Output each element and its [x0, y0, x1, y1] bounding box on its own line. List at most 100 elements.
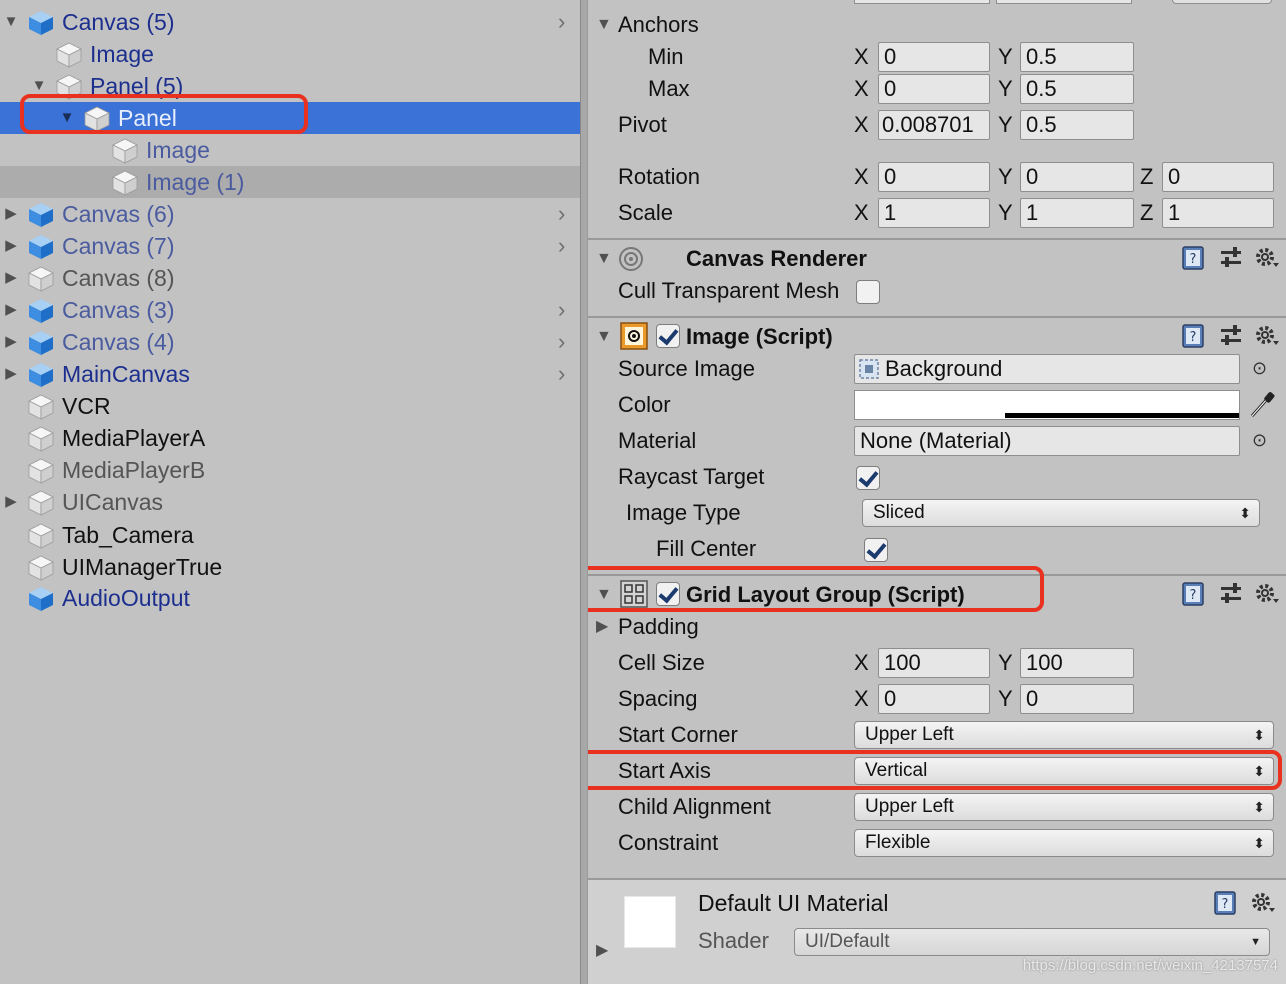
scale-x-field[interactable]: 1: [878, 198, 990, 228]
scale-z-field[interactable]: 1: [1162, 198, 1274, 228]
cell-size-x-field[interactable]: 100: [878, 648, 990, 678]
fold-arrow-icon[interactable]: [2, 6, 20, 38]
hierarchy-item-canvas-4[interactable]: Canvas (4) ›: [0, 326, 580, 358]
grid-layout-enabled-checkbox[interactable]: [656, 582, 680, 606]
scale-y-field[interactable]: 1: [1020, 198, 1134, 228]
raycast-target-checkbox[interactable]: [856, 466, 880, 490]
grid-layout-fold-icon[interactable]: ▼: [596, 580, 612, 610]
hierarchy-item-uicanvas[interactable]: UICanvas: [0, 486, 580, 518]
cell-size-y-field[interactable]: 100: [1020, 648, 1134, 678]
cube-icon: [28, 555, 54, 581]
anchors-fold-icon[interactable]: ▼: [596, 10, 612, 40]
hierarchy-item-tab-camera[interactable]: Tab_Camera: [0, 519, 580, 551]
cell-size-label: Cell Size: [618, 650, 705, 675]
gear-icon[interactable]: [1254, 323, 1280, 349]
anchor-max-y-field[interactable]: 0.5: [1020, 74, 1134, 104]
prefab-open-arrow-icon[interactable]: ›: [558, 230, 565, 262]
anchor-min-y-field[interactable]: 0.5: [1020, 42, 1134, 72]
anchor-max-x-field[interactable]: 0: [878, 74, 990, 104]
rotation-x-field[interactable]: 0: [878, 162, 990, 192]
anchor-min-x-field[interactable]: 0: [878, 42, 990, 72]
inspector-panel: ▼ Anchors Min X 0 Y 0.5 Max X 0 Y 0.5 Pi…: [588, 0, 1286, 984]
source-image-value: Background: [885, 356, 1003, 381]
prefab-open-arrow-icon[interactable]: ›: [558, 358, 565, 390]
material-preview-swatch: [624, 896, 676, 948]
svg-text:?: ?: [1190, 330, 1197, 345]
gear-icon[interactable]: [1250, 890, 1276, 916]
fill-center-checkbox[interactable]: [864, 538, 888, 562]
help-book-icon[interactable]: ?: [1180, 581, 1206, 607]
hierarchy-item-image-child[interactable]: Image: [0, 134, 580, 166]
fold-arrow-icon[interactable]: [2, 262, 20, 294]
axis-x-label: X: [854, 650, 869, 675]
start-axis-dropdown[interactable]: Vertical ⬍: [854, 757, 1274, 785]
hierarchy-item-canvas-5[interactable]: Canvas (5) ›: [0, 6, 580, 38]
section-divider: [588, 238, 1286, 240]
prefab-open-arrow-icon[interactable]: ›: [558, 294, 565, 326]
eyedropper-icon[interactable]: [1248, 390, 1276, 420]
rotation-z-field[interactable]: 0: [1162, 162, 1274, 192]
hierarchy-item-audiooutput[interactable]: AudioOutput: [0, 582, 580, 614]
hierarchy-item-uimanagertrue[interactable]: UIManagerTrue: [0, 551, 580, 583]
prefab-open-arrow-icon[interactable]: ›: [558, 198, 565, 230]
hierarchy-item-panel[interactable]: Panel: [0, 102, 580, 134]
scale-label: Scale: [618, 200, 674, 225]
help-book-icon[interactable]: ?: [1180, 323, 1206, 349]
preset-sliders-icon[interactable]: [1218, 581, 1244, 607]
gear-icon[interactable]: [1254, 245, 1280, 271]
fold-arrow-icon[interactable]: [2, 358, 20, 390]
hierarchy-item-mediaplayerb[interactable]: MediaPlayerB: [0, 454, 580, 486]
canvas-renderer-fold-icon[interactable]: ▼: [596, 244, 612, 274]
spacing-y-field[interactable]: 0: [1020, 684, 1134, 714]
start-corner-dropdown[interactable]: Upper Left ⬍: [854, 721, 1274, 749]
cube-icon: [28, 266, 54, 292]
gear-icon[interactable]: [1254, 581, 1280, 607]
fold-arrow-icon[interactable]: [58, 102, 76, 134]
padding-fold-icon[interactable]: ▶: [596, 612, 608, 642]
fold-arrow-icon[interactable]: [2, 326, 20, 358]
hierarchy-item-vcr[interactable]: VCR: [0, 390, 580, 422]
material-field[interactable]: None (Material): [854, 426, 1240, 456]
constraint-dropdown[interactable]: Flexible ⬍: [854, 829, 1274, 857]
material-fold-icon[interactable]: ▶: [596, 936, 608, 966]
rotation-y-field[interactable]: 0: [1020, 162, 1134, 192]
pivot-y-field[interactable]: 0.5: [1020, 110, 1134, 140]
fold-arrow-icon[interactable]: [2, 230, 20, 262]
hierarchy-item-mediaplayera[interactable]: MediaPlayerA: [0, 422, 580, 454]
hierarchy-item-canvas-7[interactable]: Canvas (7) ›: [0, 230, 580, 262]
preset-sliders-icon[interactable]: [1218, 323, 1244, 349]
hierarchy-item-canvas-3[interactable]: Canvas (3) ›: [0, 294, 580, 326]
dropdown-arrows-icon: ⬍: [1253, 763, 1265, 779]
image-fold-icon[interactable]: ▼: [596, 322, 612, 352]
source-image-field[interactable]: Background: [854, 354, 1240, 384]
padding-label[interactable]: Padding: [618, 612, 699, 642]
cube-icon: [28, 394, 54, 420]
fold-arrow-icon[interactable]: [2, 486, 20, 518]
hierarchy-item-canvas-8[interactable]: Canvas (8): [0, 262, 580, 294]
prefab-open-arrow-icon[interactable]: ›: [558, 6, 565, 38]
prefab-open-arrow-icon[interactable]: ›: [558, 326, 565, 358]
fold-arrow-icon[interactable]: [2, 294, 20, 326]
hierarchy-item-image-1[interactable]: Image (1): [0, 166, 580, 198]
hierarchy-item-canvas-6[interactable]: Canvas (6) ›: [0, 198, 580, 230]
hierarchy-panel: Canvas (5) › Image Panel (5) Panel Image…: [0, 0, 580, 984]
shader-dropdown[interactable]: UI/Default ▼: [794, 928, 1270, 956]
preset-sliders-icon[interactable]: [1218, 245, 1244, 271]
fold-arrow-icon[interactable]: [2, 198, 20, 230]
fold-arrow-icon[interactable]: [30, 70, 48, 102]
hierarchy-item-panel-5[interactable]: Panel (5): [0, 70, 580, 102]
child-alignment-dropdown[interactable]: Upper Left ⬍: [854, 793, 1274, 821]
pivot-x-field[interactable]: 0.008701: [878, 110, 990, 140]
spacing-x-field[interactable]: 0: [878, 684, 990, 714]
object-picker-icon[interactable]: ⊙: [1252, 358, 1267, 379]
image-type-dropdown[interactable]: Sliced ⬍: [862, 499, 1260, 527]
cull-transparent-checkbox[interactable]: [856, 280, 880, 304]
color-swatch[interactable]: [854, 390, 1240, 420]
panel-splitter[interactable]: [580, 0, 588, 984]
help-book-icon[interactable]: ?: [1212, 890, 1238, 916]
hierarchy-item-image[interactable]: Image: [0, 38, 580, 70]
help-book-icon[interactable]: ?: [1180, 245, 1206, 271]
hierarchy-item-maincanvas[interactable]: MainCanvas ›: [0, 358, 580, 390]
object-picker-icon[interactable]: ⊙: [1252, 430, 1267, 451]
image-enabled-checkbox[interactable]: [656, 324, 680, 348]
